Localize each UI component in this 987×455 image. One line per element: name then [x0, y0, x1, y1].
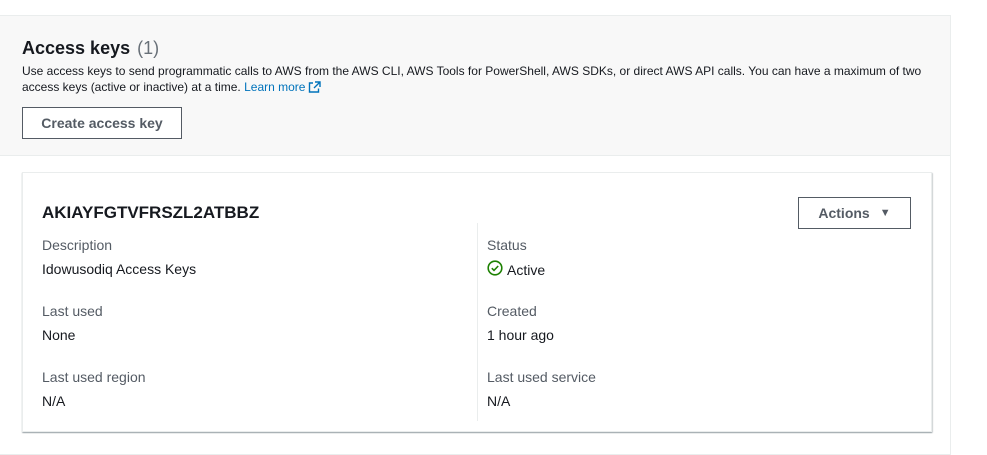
- create-access-key-button[interactable]: Create access key: [22, 107, 182, 139]
- description-text: Use access keys to send programmatic cal…: [22, 64, 922, 94]
- caret-down-icon: ▼: [879, 207, 891, 219]
- check-circle-icon: [487, 260, 503, 280]
- title-count: (1): [137, 38, 160, 58]
- created-value: 1 hour ago: [487, 327, 554, 343]
- last-used-label: Last used: [42, 303, 103, 319]
- access-key-id: AKIAYFGTVFRSZL2ATBBZ: [42, 203, 260, 222]
- field-description: Description Idowusodiq Access Keys: [42, 236, 196, 278]
- last-used-region-value: N/A: [42, 393, 66, 409]
- status-value: Active: [507, 262, 546, 278]
- description-label: Description: [42, 237, 113, 253]
- access-keys-panel: Access keys (1) Use access keys to send …: [0, 15, 951, 455]
- actions-button[interactable]: Actions ▼: [798, 197, 911, 229]
- learn-more-label: Learn more: [244, 80, 306, 94]
- created-label: Created: [487, 303, 537, 319]
- access-keys-header: Access keys (1) Use access keys to send …: [0, 16, 950, 156]
- learn-more-link[interactable]: Learn more: [244, 80, 322, 97]
- actions-label: Actions: [818, 205, 870, 221]
- last-used-service-label: Last used service: [487, 369, 596, 385]
- last-used-region-label: Last used region: [42, 369, 146, 385]
- page-title: Access keys (1): [22, 37, 159, 59]
- access-keys-description: Use access keys to send programmatic cal…: [22, 63, 932, 97]
- field-status: Status Active: [487, 236, 545, 280]
- field-created: Created 1 hour ago: [487, 302, 554, 344]
- external-link-icon: [308, 81, 322, 97]
- status-badge: Active: [487, 260, 545, 280]
- description-value: Idowusodiq Access Keys: [42, 261, 197, 277]
- last-used-service-value: N/A: [487, 393, 511, 409]
- field-last-used: Last used None: [42, 302, 103, 344]
- title-text: Access keys: [22, 38, 131, 58]
- field-last-used-service: Last used service N/A: [487, 368, 596, 410]
- field-last-used-region: Last used region N/A: [42, 368, 146, 410]
- access-key-card: AKIAYFGTVFRSZL2ATBBZ Actions ▼ Descripti…: [22, 172, 932, 432]
- column-divider: [477, 223, 478, 421]
- status-label: Status: [487, 237, 527, 253]
- last-used-value: None: [42, 327, 76, 343]
